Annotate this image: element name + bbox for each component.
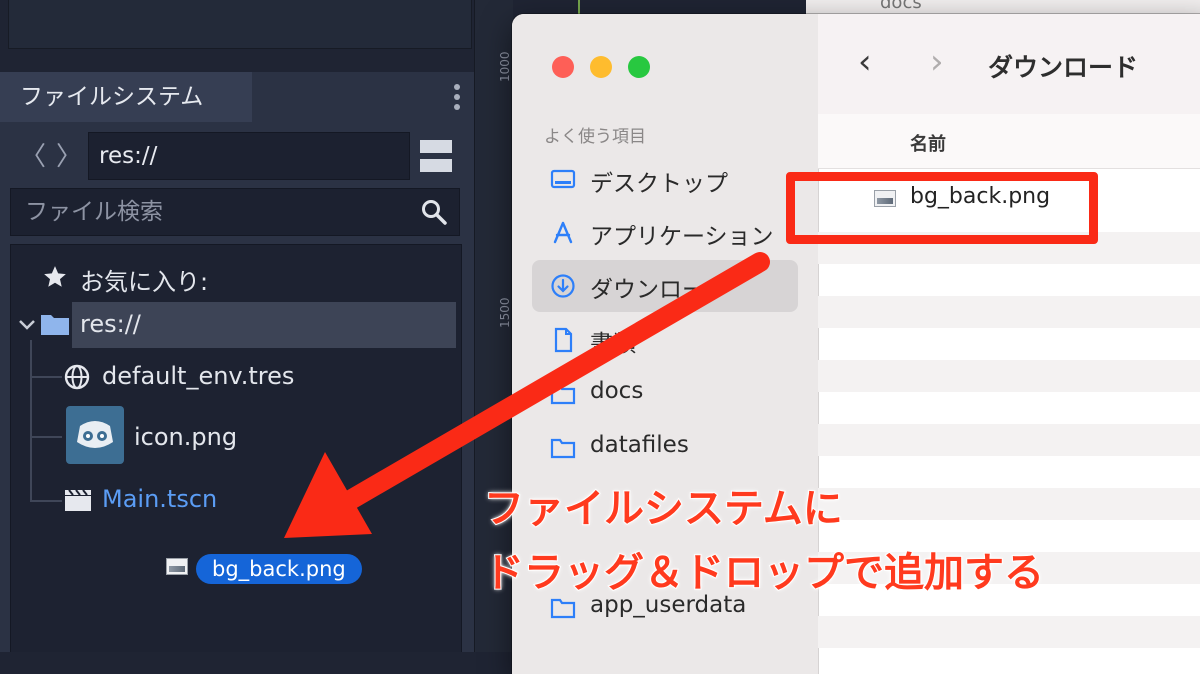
- sidebar-item-label: デスクトップ: [590, 171, 728, 197]
- folder-icon: [550, 438, 576, 459]
- favorites-label: お気に入り:: [80, 268, 209, 296]
- tree-item-root[interactable]: res://: [80, 310, 141, 338]
- tree-guide: [30, 340, 32, 502]
- sidebar-item-datafiles[interactable]: datafiles: [532, 422, 798, 474]
- sidebar-item-desktop[interactable]: デスクトップ: [532, 154, 798, 206]
- sidebar-item-label: ダウンロード: [590, 277, 728, 303]
- tree-item-icon-png[interactable]: icon.png: [134, 423, 237, 451]
- background-window: [806, 0, 1200, 14]
- minimize-button[interactable]: [590, 56, 612, 78]
- file-search-input[interactable]: ファイル検索: [10, 188, 460, 236]
- highlight-box: [786, 172, 1098, 244]
- close-button[interactable]: [552, 56, 574, 78]
- nav-back-button[interactable]: 〈: [20, 136, 46, 173]
- folder-icon: [550, 384, 576, 405]
- back-button[interactable]: ‹: [858, 42, 872, 82]
- zoom-button[interactable]: [628, 56, 650, 78]
- sidebar-heading-favorites: よく使う項目: [544, 127, 646, 147]
- sidebar-item-docs[interactable]: docs: [532, 368, 798, 420]
- sidebar-item-downloads[interactable]: ダウンロード: [532, 260, 798, 312]
- folder-icon: [550, 598, 576, 619]
- dock-menu-icon[interactable]: [450, 80, 464, 114]
- tree-guide: [30, 500, 62, 502]
- ruler-label: 1000: [498, 51, 512, 82]
- tree-guide: [30, 376, 62, 378]
- document-icon: [554, 327, 573, 353]
- view-toggle-icon[interactable]: [420, 140, 452, 172]
- sidebar-item-applications[interactable]: アプリケーション: [532, 207, 798, 259]
- applications-icon: [553, 221, 573, 244]
- editor-top-panel: [8, 0, 472, 49]
- sidebar-item-label: 書類: [590, 331, 636, 357]
- tree-item-default-env[interactable]: default_env.tres: [102, 362, 294, 390]
- folder-icon: [41, 315, 69, 335]
- ruler-label: 1500: [498, 297, 512, 328]
- star-icon: [44, 266, 66, 287]
- background-folder-label: docs: [880, 0, 922, 13]
- list-stripe: [818, 296, 1200, 328]
- globe-icon: [64, 364, 90, 390]
- clapperboard-icon: [65, 489, 91, 511]
- column-header: 名前: [818, 114, 1200, 169]
- tab-filesystem[interactable]: ファイルシステム: [0, 72, 252, 122]
- list-stripe: [818, 424, 1200, 456]
- path-field[interactable]: res://: [88, 132, 410, 180]
- list-stripe: [818, 616, 1200, 648]
- tree-item-main-scene[interactable]: Main.tscn: [102, 485, 217, 513]
- search-icon[interactable]: [420, 198, 448, 226]
- image-file-icon: [166, 558, 188, 575]
- nav-forward-button[interactable]: 〉: [56, 136, 82, 173]
- dragged-file-chip[interactable]: bg_back.png: [196, 554, 362, 584]
- tree-guide: [30, 436, 62, 438]
- annotation-line-1: ファイルシステムに: [483, 485, 844, 533]
- sidebar-item-label: datafiles: [590, 432, 689, 458]
- sidebar-item-label: docs: [590, 378, 644, 404]
- godot-logo-icon: [66, 406, 124, 464]
- annotation-line-2: ドラッグ＆ドロップで追加する: [483, 549, 1045, 597]
- download-icon: [551, 274, 575, 298]
- forward-button[interactable]: ›: [930, 42, 944, 82]
- sidebar-item-documents[interactable]: 書類: [532, 314, 798, 366]
- window-title: ダウンロード: [988, 53, 1139, 82]
- chevron-down-icon[interactable]: [18, 318, 36, 332]
- list-stripe: [818, 488, 1200, 520]
- desktop-icon: [550, 169, 576, 189]
- sidebar-item-label: アプリケーション: [590, 224, 774, 250]
- column-name[interactable]: 名前: [910, 130, 946, 156]
- list-stripe: [818, 360, 1200, 392]
